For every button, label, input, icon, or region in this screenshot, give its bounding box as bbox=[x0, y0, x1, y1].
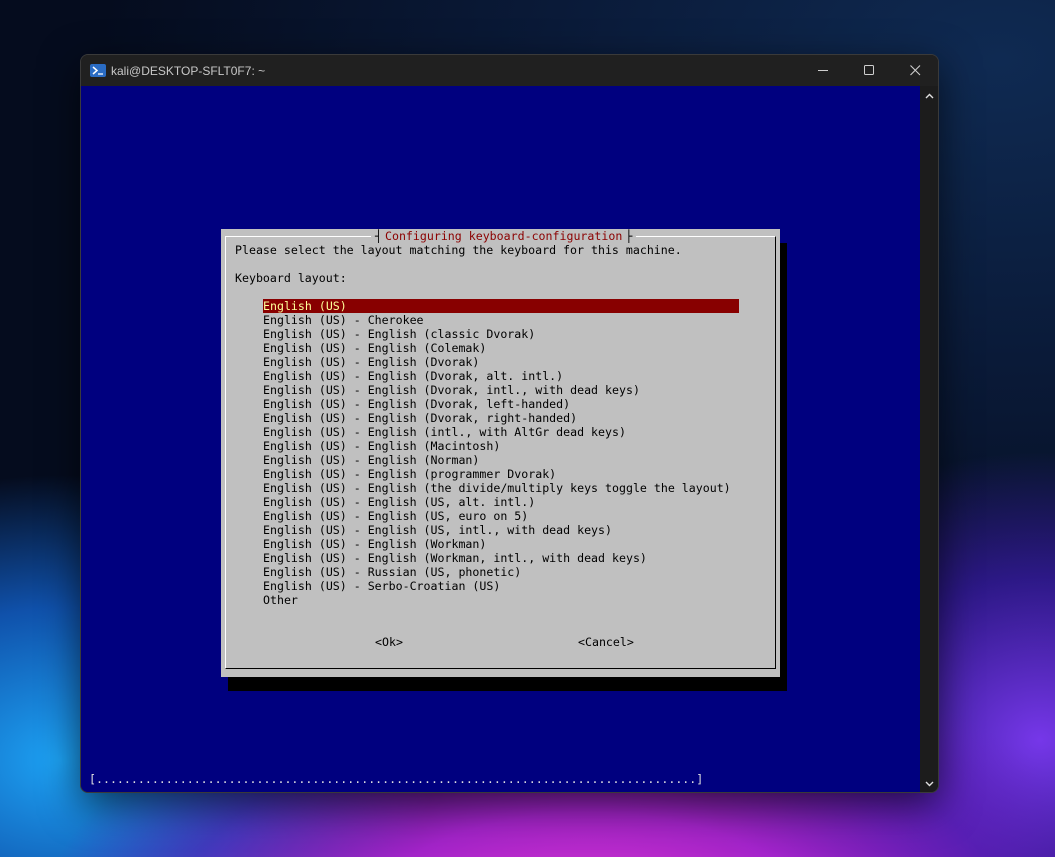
layout-option[interactable]: English (US) - English (US, alt. intl.) bbox=[263, 495, 739, 509]
dialog-prompt: Please select the layout matching the ke… bbox=[235, 243, 682, 257]
layout-option[interactable]: English (US) - Cherokee bbox=[263, 313, 739, 327]
close-button[interactable] bbox=[892, 55, 938, 86]
layout-option[interactable]: English (US) - English (Workman, intl., … bbox=[263, 551, 739, 565]
cancel-button[interactable]: <Cancel> bbox=[578, 635, 634, 649]
title-bar[interactable]: kali@DESKTOP-SFLT0F7: ~ bbox=[81, 55, 938, 86]
layout-option[interactable]: English (US) - English (Norman) bbox=[263, 453, 739, 467]
keyboard-config-dialog: ┤ Configuring keyboard-configuration ├ P… bbox=[221, 229, 780, 677]
layout-option[interactable]: English (US) - English (Dvorak, right-ha… bbox=[263, 411, 739, 425]
layout-option[interactable]: English (US) bbox=[263, 299, 739, 313]
layout-option[interactable]: English (US) - English (Colemak) bbox=[263, 341, 739, 355]
maximize-icon bbox=[863, 65, 874, 75]
scroll-up-icon[interactable] bbox=[920, 88, 938, 104]
minimize-icon bbox=[817, 70, 828, 71]
progress-status-line: [.......................................… bbox=[89, 772, 704, 786]
dialog-title: Configuring keyboard-configuration bbox=[384, 229, 623, 243]
maximize-button[interactable] bbox=[846, 55, 892, 86]
window-title: kali@DESKTOP-SFLT0F7: ~ bbox=[111, 63, 266, 78]
close-icon bbox=[909, 65, 920, 76]
layout-option[interactable]: English (US) - English (programmer Dvora… bbox=[263, 467, 739, 481]
layout-option[interactable]: English (US) - English (classic Dvorak) bbox=[263, 327, 739, 341]
layout-option[interactable]: English (US) - English (Workman) bbox=[263, 537, 739, 551]
keyboard-layout-list[interactable]: English (US) English (US) - Cherokee Engli… bbox=[263, 299, 739, 607]
layout-option[interactable]: English (US) - English (the divide/multi… bbox=[263, 481, 739, 495]
layout-option[interactable]: English (US) - English (Dvorak) bbox=[263, 355, 739, 369]
powershell-icon bbox=[90, 64, 106, 77]
layout-option[interactable]: Other bbox=[263, 593, 739, 607]
layout-option[interactable]: English (US) - Serbo-Croatian (US) bbox=[263, 579, 739, 593]
layout-option[interactable]: English (US) - English (Macintosh) bbox=[263, 439, 739, 453]
layout-option[interactable]: English (US) - Russian (US, phonetic) bbox=[263, 565, 739, 579]
scroll-down-icon[interactable] bbox=[920, 776, 938, 792]
layout-option[interactable]: English (US) - English (Dvorak, left-han… bbox=[263, 397, 739, 411]
terminal-area[interactable]: ┤ Configuring keyboard-configuration ├ P… bbox=[81, 86, 920, 792]
dialog-title-bar: ┤ Configuring keyboard-configuration ├ bbox=[371, 229, 637, 243]
layout-option[interactable]: English (US) - English (Dvorak, alt. int… bbox=[263, 369, 739, 383]
ok-button[interactable]: <Ok> bbox=[375, 635, 403, 649]
layout-option[interactable]: English (US) - English (Dvorak, intl., w… bbox=[263, 383, 739, 397]
keyboard-layout-label: Keyboard layout: bbox=[235, 271, 347, 285]
scrollbar[interactable] bbox=[920, 86, 938, 792]
window-controls bbox=[800, 55, 938, 86]
layout-option[interactable]: English (US) - English (US, intl., with … bbox=[263, 523, 739, 537]
layout-option[interactable]: English (US) - English (US, euro on 5) bbox=[263, 509, 739, 523]
layout-option[interactable]: English (US) - English (intl., with AltG… bbox=[263, 425, 739, 439]
title-right-bracket: ├ bbox=[625, 229, 633, 243]
title-left-bracket: ┤ bbox=[375, 229, 382, 243]
terminal-window: kali@DESKTOP-SFLT0F7: ~ ┤ Configuring ke… bbox=[80, 54, 939, 793]
minimize-button[interactable] bbox=[800, 55, 846, 86]
